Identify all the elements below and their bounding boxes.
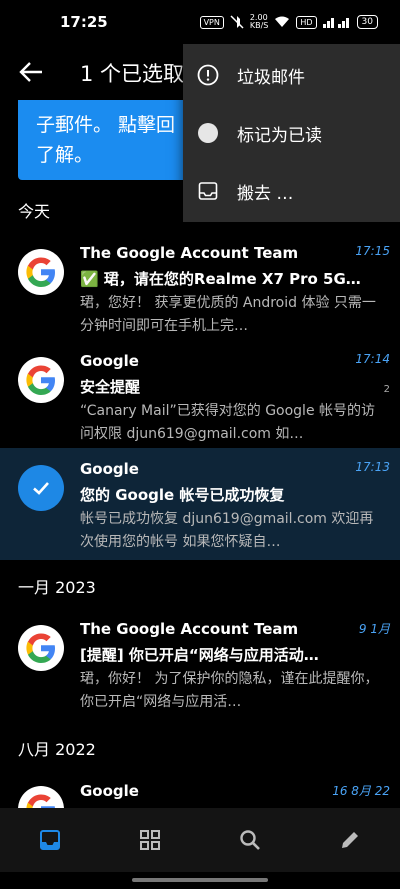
- email-preview: 珺，您好！ 获享更优质的 Android 体验 只需一分钟时间即可在手机上完…: [80, 295, 376, 334]
- inbox-tray-icon: [198, 182, 218, 200]
- menu-item-label: 标记为已读: [237, 125, 322, 146]
- google-logo-icon: [18, 249, 64, 295]
- email-time: 17:14: [355, 352, 390, 366]
- email-row[interactable]: The Google Account Team 17:15 ✅ 珺，请在您的Re…: [0, 232, 400, 347]
- pencil-icon: [342, 832, 358, 848]
- email-time: 16 8月 22: [332, 784, 390, 798]
- email-subject: [提醒] 你已开启“网络与应用活动…: [80, 646, 319, 664]
- google-logo-icon: [18, 625, 64, 671]
- status-bar: 17:25 VPN 2.00 KB/S HD 30: [0, 0, 400, 44]
- google-logo-icon: [18, 357, 64, 403]
- home-indicator[interactable]: [132, 878, 268, 882]
- nav-inbox-button[interactable]: [30, 820, 70, 860]
- section-header-today: 今天: [18, 202, 51, 221]
- email-sender: The Google Account Team: [80, 620, 299, 638]
- filled-circle-icon: [198, 123, 218, 143]
- overflow-menu: 垃圾邮件 标记为已读 搬去 …: [183, 44, 400, 222]
- email-time: 17:15: [355, 244, 390, 258]
- alert-circle-icon: [197, 64, 219, 86]
- email-subject: 您的 Google 帐号已成功恢复: [80, 486, 285, 504]
- email-subject: ✅ 珺，请在您的Realme X7 Pro 5G…: [80, 270, 361, 288]
- email-sender: The Google Account Team: [80, 244, 299, 262]
- checkmark-icon[interactable]: [18, 465, 64, 511]
- email-sender: Google: [80, 352, 139, 370]
- inbox-icon: [40, 830, 60, 850]
- page-title: 1 个已选取: [80, 62, 185, 86]
- menu-item-label: 搬去 …: [237, 183, 294, 204]
- nav-search-button[interactable]: [230, 820, 270, 860]
- menu-item-move[interactable]: 搬去 …: [183, 164, 400, 218]
- status-time: 17:25: [60, 13, 108, 31]
- menu-item-mark-read[interactable]: 标记为已读: [183, 106, 400, 160]
- email-preview: 珺，你好！ 为了保护你的隐私，谨在此提醒你，你已开启“网络与应用活…: [80, 671, 379, 710]
- status-icons: VPN 2.00 KB/S HD 30: [199, 13, 378, 30]
- menu-item-label: 垃圾邮件: [237, 67, 305, 88]
- menu-item-spam[interactable]: 垃圾邮件: [183, 48, 400, 102]
- email-row-selected[interactable]: Google 17:13 您的 Google 帐号已成功恢复 帐号已成功恢复 d…: [0, 448, 400, 560]
- nav-compose-button[interactable]: [330, 820, 370, 860]
- email-row[interactable]: Google 17:14 2 安全提醒 “Canary Mail”已获得对您的 …: [0, 340, 400, 455]
- network-speed: 2.00 KB/S: [249, 13, 269, 30]
- email-row[interactable]: The Google Account Team 9 1月 [提醒] 你已开启“网…: [0, 608, 400, 723]
- email-time: 9 1月: [358, 622, 390, 636]
- email-sender: Google: [80, 782, 139, 800]
- google-logo-icon: [18, 786, 64, 808]
- back-arrow-icon[interactable]: [18, 60, 44, 84]
- dashboard-grid-icon: [140, 830, 160, 850]
- bottom-navigation: [0, 808, 400, 872]
- battery-indicator: 30: [356, 15, 378, 29]
- email-subject: 安全提醒: [80, 378, 141, 396]
- nav-dashboard-button[interactable]: [130, 820, 170, 860]
- vpn-badge: VPN: [199, 15, 224, 29]
- email-time: 17:13: [355, 460, 390, 474]
- wifi-icon: [275, 16, 290, 27]
- section-header-aug-2022: 八月 2022: [18, 740, 96, 759]
- email-preview: “Canary Mail”已获得对您的 Google 帐号的访问权限 djun6…: [80, 403, 376, 442]
- email-preview: 帐号已成功恢复 djun619@gmail.com 欢迎再次使用您的帐号 如果您…: [80, 511, 374, 550]
- hd-badge: HD: [296, 15, 317, 29]
- mute-icon: [230, 15, 244, 29]
- search-icon: [240, 830, 260, 850]
- email-sender: Google: [80, 460, 139, 478]
- thread-count: 2: [383, 384, 390, 395]
- section-header-jan-2023: 一月 2023: [18, 578, 96, 597]
- email-row[interactable]: Google 16 8月 22: [0, 770, 400, 808]
- signal-icon: [322, 18, 349, 28]
